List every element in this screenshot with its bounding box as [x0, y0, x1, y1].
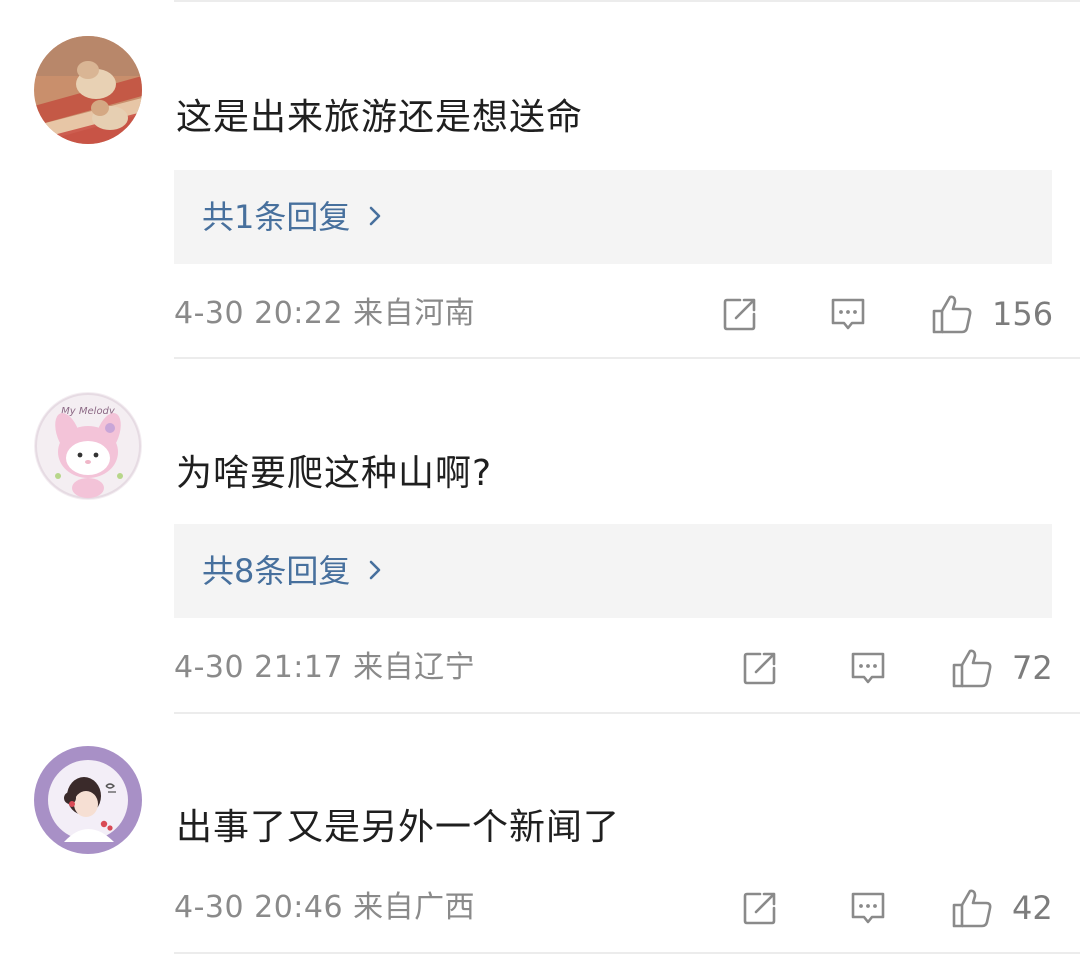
- like-count: 42: [1012, 889, 1053, 927]
- comment-bubble-icon: [831, 298, 865, 330]
- share-icon: [743, 652, 776, 685]
- comment-timestamp: 4-30 20:22: [174, 296, 344, 331]
- top-divider: [174, 0, 1080, 2]
- like-count: 72: [1012, 649, 1053, 687]
- view-replies-link[interactable]: 共8条回复: [202, 549, 386, 593]
- comment-text: 为啥要爬这种山啊?: [176, 453, 493, 494]
- comment-text: 出事了又是另外一个新闻了: [176, 807, 621, 848]
- like-button[interactable]: 42: [950, 886, 1053, 930]
- comment-location: 来自广西: [353, 890, 476, 925]
- comment-timestamp: 4-30 20:46: [174, 890, 344, 925]
- share-button[interactable]: [740, 646, 780, 690]
- share-button[interactable]: [720, 292, 760, 336]
- comment-bubble-icon: [851, 892, 885, 924]
- user-avatar[interactable]: [34, 36, 142, 144]
- share-button[interactable]: [740, 886, 780, 930]
- comment-divider: [174, 712, 1080, 714]
- reply-box[interactable]: 共8条回复: [174, 524, 1052, 618]
- reply-count-label: 共8条回复: [202, 552, 351, 590]
- user-avatar-cat-photo-icon: [34, 36, 142, 144]
- comment-bubble-icon: [851, 652, 885, 684]
- user-avatar[interactable]: My Melody: [34, 392, 142, 500]
- comment-meta: 4-30 20:46 来自广西: [174, 886, 475, 930]
- view-replies-link[interactable]: 共1条回复: [202, 195, 386, 239]
- chevron-right-icon: [370, 560, 381, 580]
- user-avatar-girl-illustration-icon: [34, 746, 142, 854]
- comment-meta: 4-30 21:17 来自辽宁: [174, 646, 475, 690]
- share-icon: [723, 298, 756, 331]
- share-icon: [743, 892, 776, 925]
- comment-location: 来自河南: [353, 296, 476, 331]
- thumbs-up-icon: [932, 295, 972, 334]
- comment-text: 这是出来旅游还是想送命: [176, 97, 584, 138]
- comment-divider: [174, 357, 1080, 359]
- comment-divider: [174, 952, 1080, 954]
- chevron-right-icon: [370, 206, 381, 226]
- comment-button[interactable]: [848, 646, 888, 690]
- comment-meta-row: 4-30 20:22 来自河南 156: [174, 292, 1053, 336]
- comment-button[interactable]: [828, 292, 868, 336]
- reply-box[interactable]: 共1条回复: [174, 170, 1052, 264]
- comment-meta: 4-30 20:22 来自河南: [174, 292, 475, 336]
- comment-meta-row: 4-30 21:17 来自辽宁 72: [174, 646, 1053, 690]
- like-button[interactable]: 156: [930, 292, 1053, 336]
- comment-location: 来自辽宁: [353, 650, 476, 685]
- like-count: 156: [992, 295, 1054, 333]
- user-avatar-my-melody-icon: My Melody: [34, 392, 142, 500]
- comment-button[interactable]: [848, 886, 888, 930]
- thumbs-up-icon: [952, 889, 992, 928]
- comment-meta-row: 4-30 20:46 来自广西 42: [174, 886, 1053, 930]
- user-avatar[interactable]: [34, 746, 142, 854]
- thumbs-up-icon: [952, 649, 992, 688]
- reply-count-label: 共1条回复: [202, 198, 351, 236]
- comment-timestamp: 4-30 21:17: [174, 650, 344, 685]
- like-button[interactable]: 72: [950, 646, 1053, 690]
